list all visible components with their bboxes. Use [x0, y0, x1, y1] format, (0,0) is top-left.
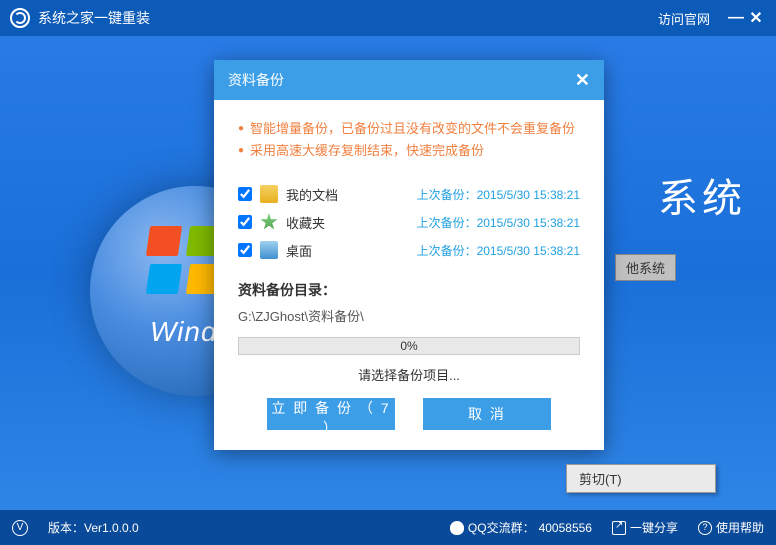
context-menu[interactable]: 剪切(T)	[566, 464, 716, 493]
dialog-close-button[interactable]: ✕	[575, 70, 590, 91]
backup-item-list: 我的文档 上次备份：2015/5/30 15:38:21 收藏夹 上次备份：20…	[238, 180, 580, 264]
backup-item-documents: 我的文档 上次备份：2015/5/30 15:38:21	[238, 180, 580, 208]
checkbox-desktop[interactable]	[238, 243, 252, 257]
close-button[interactable]: ✕	[746, 8, 766, 28]
version-icon: V	[12, 520, 28, 536]
info-bullets: 智能增量备份，已备份过且没有改变的文件不会重复备份 采用高速大缓存复制结束，快速…	[238, 118, 580, 162]
dialog-title: 资料备份	[228, 70, 284, 90]
main-window: 系统之家一键重装 访问官网 — ✕ Windo 系统 他系统 资料备份 ✕ 智能…	[0, 0, 776, 545]
version-label: 版本：Ver1.0.0.0	[48, 519, 139, 536]
info-bullet: 采用高速大缓存复制结束，快速完成备份	[238, 140, 580, 162]
backup-dir-path: G:\ZJGhost\资料备份\	[238, 306, 580, 325]
app-title: 系统之家一键重装	[38, 8, 150, 28]
backup-dialog: 资料备份 ✕ 智能增量备份，已备份过且没有改变的文件不会重复备份 采用高速大缓存…	[214, 60, 604, 450]
info-bullet: 智能增量备份，已备份过且没有改变的文件不会重复备份	[238, 118, 580, 140]
favorites-icon	[260, 213, 278, 231]
checkbox-documents[interactable]	[238, 187, 252, 201]
minimize-button[interactable]: —	[726, 9, 746, 27]
status-message: 请选择备份项目...	[238, 365, 580, 384]
item-time: 上次备份：2015/5/30 15:38:21	[417, 186, 580, 203]
help-icon: ?	[698, 521, 712, 535]
titlebar: 系统之家一键重装 访问官网 — ✕	[0, 0, 776, 36]
windows-logo-icon	[148, 226, 220, 294]
item-time: 上次备份：2015/5/30 15:38:21	[417, 214, 580, 231]
item-label: 我的文档	[286, 185, 366, 204]
backup-now-button[interactable]: 立 即 备 份 （ 7 ）	[267, 398, 395, 430]
other-system-button[interactable]: 他系统	[615, 254, 676, 281]
progress-bar: 0%	[238, 337, 580, 355]
dialog-header: 资料备份 ✕	[214, 60, 604, 100]
qq-icon	[450, 521, 464, 535]
statusbar: V 版本：Ver1.0.0.0 QQ交流群：40058556 一键分享 ? 使用…	[0, 510, 776, 545]
qq-group-link[interactable]: QQ交流群：40058556	[450, 519, 592, 536]
visit-site-link[interactable]: 访问官网	[658, 9, 710, 28]
item-time: 上次备份：2015/5/30 15:38:21	[417, 242, 580, 259]
backup-dir-label: 资料备份目录：	[238, 280, 580, 300]
item-label: 桌面	[286, 241, 366, 260]
cancel-button[interactable]: 取 消	[423, 398, 551, 430]
backup-item-desktop: 桌面 上次备份：2015/5/30 15:38:21	[238, 236, 580, 264]
desktop-icon	[260, 241, 278, 259]
share-icon	[612, 521, 626, 535]
context-cut[interactable]: 剪切(T)	[579, 472, 622, 487]
backup-item-favorites: 收藏夹 上次备份：2015/5/30 15:38:21	[238, 208, 580, 236]
item-label: 收藏夹	[286, 213, 366, 232]
documents-icon	[260, 185, 278, 203]
help-link[interactable]: ? 使用帮助	[698, 519, 764, 536]
progress-text: 0%	[239, 338, 579, 354]
headline-suffix: 系统	[658, 166, 746, 224]
app-logo-icon	[10, 8, 30, 28]
checkbox-favorites[interactable]	[238, 215, 252, 229]
share-link[interactable]: 一键分享	[612, 519, 678, 536]
